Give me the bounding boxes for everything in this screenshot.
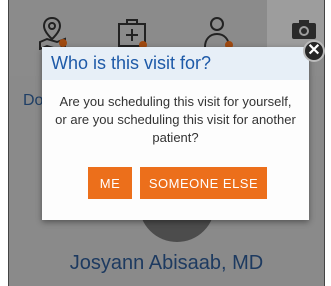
medical-kit-icon[interactable] bbox=[115, 14, 149, 50]
me-button[interactable]: ME bbox=[88, 167, 132, 199]
doctor-name: Josyann Abisaab, MD bbox=[69, 252, 264, 274]
dialog-title: Who is this visit for? bbox=[42, 47, 309, 80]
visit-for-dialog: Who is this visit for? Are you schedulin… bbox=[42, 47, 309, 220]
close-icon[interactable]: ✕ bbox=[303, 40, 325, 62]
dialog-message: Are you scheduling this visit for yourse… bbox=[55, 94, 296, 145]
camera-icon bbox=[292, 20, 316, 39]
background-partial-label: Do bbox=[23, 92, 44, 109]
map-pin-icon[interactable] bbox=[35, 14, 69, 50]
someone-else-button[interactable]: SOMEONE ELSE bbox=[140, 167, 267, 199]
person-icon[interactable] bbox=[201, 14, 235, 50]
